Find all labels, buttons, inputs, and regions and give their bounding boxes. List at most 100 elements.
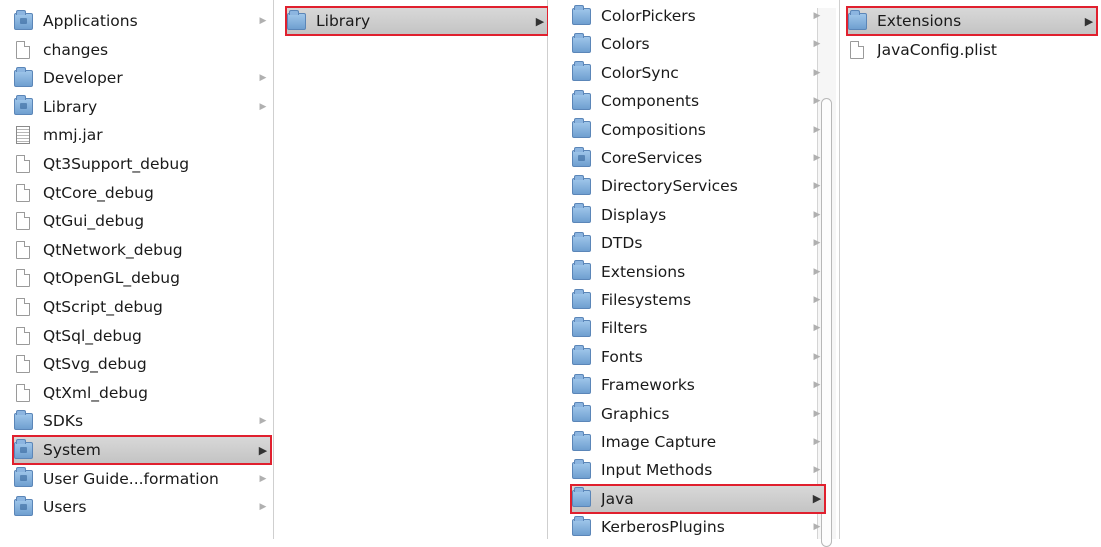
list-item[interactable]: mmj.jar [14,122,270,148]
disclosure-arrow-icon: ▶ [813,238,821,249]
document-icon [16,269,30,288]
document-icon [16,355,30,374]
list-item[interactable]: Components ▶ [572,88,824,114]
browser-column-library[interactable]: ColorPickers ▶ Colors ▶ ColorSync ▶ Components… [548,0,840,547]
list-item[interactable]: ColorSync ▶ [572,60,824,86]
browser-column-system[interactable]: Library ▶ [274,0,549,539]
selected-list-item[interactable]: System ▶ [12,435,272,465]
list-item-label: DirectoryServices [601,177,738,196]
disclosure-arrow-icon: ▶ [259,16,267,26]
disclosure-arrow-icon: ▶ [259,73,267,84]
list-item[interactable]: Filesystems ▶ [572,287,824,313]
folder-icon [572,288,591,309]
selected-list-item[interactable]: Library ▶ [285,6,549,36]
folder-special-icon [14,467,33,488]
list-item[interactable]: User Guide...formation ▶ [14,466,270,492]
disclosure-arrow-icon: ▶ [813,96,821,107]
list-item[interactable]: Fonts ▶ [572,344,824,370]
disclosure-arrow-icon: ▶ [813,39,821,50]
list-item-label: Fonts [601,347,643,366]
list-item[interactable]: Applications ▶ [14,8,270,34]
list-item-label: Extensions [601,262,686,281]
list-item[interactable]: DirectoryServices ▶ [572,173,824,199]
folder-icon [572,203,591,224]
list-item-label: Library [43,97,98,116]
list-item[interactable]: CoreServices ▶ [572,145,824,171]
list-item[interactable]: Displays ▶ [572,202,824,228]
folder-icon [572,458,591,479]
list-item[interactable]: Input Methods ▶ [572,457,824,483]
disclosure-arrow-icon: ▶ [813,295,821,305]
list-item[interactable]: QtGui_debug [14,208,270,234]
selected-list-item[interactable]: Extensions ▶ [846,6,1098,36]
selected-list-item[interactable]: Java ▶ [570,483,826,514]
list-item[interactable]: Extensions ▶ [572,259,824,285]
browser-column-java[interactable]: Extensions ▶ JavaConfig.plist [840,0,1101,539]
list-item-label: Compositions [601,120,706,139]
list-item[interactable]: QtOpenGL_debug [14,265,270,291]
disclosure-arrow-icon: ▶ [259,473,267,484]
disclosure-arrow-icon: ▶ [259,101,267,112]
document-icon [16,183,30,202]
disclosure-arrow-icon: ▶ [813,266,821,277]
document-icon [16,155,30,173]
list-item-label: Input Methods [601,461,713,480]
disclosure-arrow-icon: ▶ [813,67,821,78]
folder-icon [572,89,591,110]
list-item-label: QtSql_debug [43,326,142,345]
disclosure-arrow-icon: ▶ [813,465,821,476]
list-item-label: System [43,441,101,459]
disclosure-arrow-icon: ▶ [813,11,821,21]
list-item[interactable]: ColorPickers ▶ [572,3,824,29]
document-icon [16,240,30,259]
list-item[interactable]: Colors ▶ [572,31,824,57]
list-item[interactable]: QtXml_debug [14,380,270,406]
list-item-label: Qt3Support_debug [43,155,190,173]
list-item[interactable]: DTDs ▶ [572,230,824,256]
list-item[interactable]: SDKs ▶ [14,408,270,434]
list-item[interactable]: QtSql_debug [14,323,270,349]
list-item-label: Filesystems [601,291,692,309]
list-item[interactable]: Image Capture ▶ [572,429,824,455]
list-item[interactable]: QtScript_debug [14,294,270,320]
list-item[interactable]: Developer ▶ [14,65,270,91]
list-item[interactable]: Qt3Support_debug [14,151,270,177]
disclosure-arrow-icon: ▶ [535,14,545,28]
list-item[interactable]: Library ▶ [14,94,270,120]
list-item[interactable]: JavaConfig.plist [848,37,1096,63]
list-item-label: QtOpenGL_debug [43,269,180,288]
list-item-label: Extensions [877,12,962,30]
folder-icon [572,373,591,394]
folder-special-icon [14,9,33,30]
list-item[interactable]: Compositions ▶ [572,117,824,143]
list-item-label: Graphics [601,404,670,423]
disclosure-arrow-icon: ▶ [813,181,821,192]
list-item[interactable]: KerberosPlugins ▶ [572,514,824,540]
list-item-label: Displays [601,205,667,224]
disclosure-arrow-icon: ▶ [813,380,821,391]
list-item[interactable]: QtNetwork_debug [14,237,270,263]
list-item-label: QtSvg_debug [43,355,147,374]
folder-icon [572,515,591,536]
list-item-label: ColorPickers [601,7,696,25]
browser-column-root[interactable]: Applications ▶ changes Developer ▶ Library ▶ mm… [0,0,274,539]
list-item-label: CoreServices [601,149,703,167]
list-item-label: Components [601,92,700,111]
list-item-label: Applications [43,12,138,30]
folder-icon [14,66,33,87]
list-item[interactable]: Users ▶ [14,494,270,520]
list-item[interactable]: QtSvg_debug [14,351,270,377]
list-item[interactable]: changes [14,37,270,63]
list-item-label: DTDs [601,234,643,253]
disclosure-arrow-icon: ▶ [259,416,267,427]
list-item-label: Library [316,12,371,30]
list-item[interactable]: QtCore_debug [14,180,270,206]
list-item[interactable]: Frameworks ▶ [572,372,824,398]
list-item[interactable]: Graphics ▶ [572,401,824,427]
disclosure-arrow-icon: ▶ [813,124,821,135]
folder-icon [572,4,591,25]
folder-icon [572,345,591,366]
list-item[interactable]: Filters ▶ [572,315,824,341]
folder-icon [572,32,591,53]
document-icon [16,326,30,345]
